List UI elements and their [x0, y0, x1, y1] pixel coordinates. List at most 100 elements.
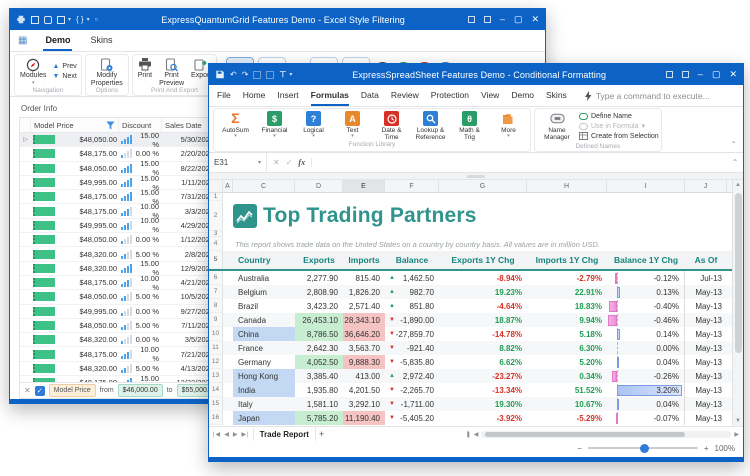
titlebar[interactable]: ↶ ↷ ⊤ ▾ ExpressSpreadSheet Features Demo …	[209, 64, 743, 85]
header-imports-chg[interactable]: Imports 1Y Chg	[527, 255, 607, 265]
sheet-table-row[interactable]: 13 Hong Kong 3,385.40 413.00 ▲ 2,972.40 …	[209, 369, 743, 383]
quick-access-toolbar[interactable]: ↶ ↷ ⊤ ▾	[215, 70, 292, 79]
define-name-button[interactable]: Define Name	[579, 113, 659, 120]
header-balance[interactable]: Balance	[385, 255, 439, 265]
tab-formulas[interactable]: Formulas	[310, 85, 349, 106]
column-header[interactable]: D	[295, 180, 343, 192]
cell-discount[interactable]: 15.00 %	[119, 133, 162, 149]
row-header[interactable]: 5	[209, 251, 223, 269]
sheet-table-row[interactable]: 9 Canada 26,453.10 28,343.10 ▼ -1,890.00…	[209, 313, 743, 327]
collapse-ribbon-icon[interactable]: ⌃	[730, 140, 737, 149]
cell-imports-chg[interactable]: -5.29%	[527, 411, 607, 425]
cell-balance[interactable]: ▲ 2,972.40	[385, 369, 439, 383]
cell-asof[interactable]: May-13	[685, 397, 727, 411]
row-header[interactable]: 12	[209, 355, 223, 369]
cell-balance[interactable]: ▲ 1,462.50	[385, 271, 439, 285]
cell-imports[interactable]: 413.00	[343, 369, 385, 383]
more-functions-button[interactable]: More ▾	[489, 110, 528, 141]
print-button[interactable]: Print	[135, 56, 155, 87]
app-menu-icon[interactable]: ▦	[18, 35, 27, 46]
cell-country[interactable]: Japan	[233, 411, 295, 425]
column-header[interactable]: G	[439, 180, 527, 192]
insert-function-icon[interactable]: fx	[298, 158, 305, 167]
scrollbar-thumb[interactable]	[485, 431, 686, 437]
cell-imports-chg[interactable]: 51.52%	[527, 383, 607, 397]
cell-exports[interactable]: 3,423.20	[295, 299, 343, 313]
cell-discount[interactable]: 5.00 %	[119, 249, 162, 259]
cell-asof[interactable]: May-13	[685, 369, 727, 383]
cell-model-price[interactable]: $49,995.00	[31, 178, 119, 188]
filter-funnel-icon[interactable]	[106, 120, 115, 130]
filter-enabled-checkbox[interactable]: ✓	[34, 385, 45, 396]
cell-model-price[interactable]: $48,175.00	[31, 149, 119, 159]
column-header-active[interactable]: E	[343, 180, 385, 192]
skin-selector-icon[interactable]: ⊤	[279, 70, 286, 79]
use-in-formula-button[interactable]: Use in Formula ▾	[579, 122, 659, 130]
cell-model-price[interactable]: $48,320.00	[31, 363, 119, 373]
cell-asof[interactable]: May-13	[685, 285, 727, 299]
row-header[interactable]: 13	[209, 369, 223, 383]
modify-properties-button[interactable]: Modify Properties	[88, 56, 126, 87]
cell-imports[interactable]: 4,201.50	[343, 383, 385, 397]
cell-balance-chg[interactable]: 0.14%	[607, 327, 685, 341]
filter-field-chip[interactable]: Model Price	[48, 384, 96, 397]
cell-discount[interactable]: 0.00 %	[119, 149, 162, 159]
sheet-tab-trade-report[interactable]: Trade Report	[252, 427, 316, 441]
column-header-model-price[interactable]: Model Price	[31, 118, 119, 132]
sheet-table-row[interactable]: 10 China 8,786.50 36,646.20 ▼ -27,859.70…	[209, 327, 743, 341]
cell-balance[interactable]: ▼ -921.40	[385, 341, 439, 355]
cell-exports-chg[interactable]: -13.34%	[439, 383, 527, 397]
tab-home[interactable]: Home	[243, 85, 266, 106]
redo-icon[interactable]: ↷	[242, 70, 249, 79]
last-sheet-icon[interactable]: ▶|	[241, 431, 249, 438]
zoom-in-button[interactable]: +	[704, 444, 709, 453]
window-layout-icon[interactable]	[57, 15, 65, 24]
text-button[interactable]: A Text ▾	[333, 110, 372, 141]
cell-country[interactable]: Italy	[233, 397, 295, 411]
cell-imports-chg[interactable]: 18.83%	[527, 299, 607, 313]
cell-asof[interactable]: May-13	[685, 355, 727, 369]
zoom-slider[interactable]	[587, 443, 698, 453]
date-time-button[interactable]: Date & Time	[372, 110, 411, 141]
ribbon-options-icon[interactable]	[467, 16, 475, 23]
cell-exports-chg[interactable]: -8.94%	[439, 271, 527, 285]
command-search-box[interactable]: Type a command to execute...	[584, 90, 710, 101]
cell-model-price[interactable]: $49,995.00	[31, 220, 119, 230]
tab-skins[interactable]: Skins	[88, 30, 114, 51]
confirm-entry-icon[interactable]: ✓	[286, 158, 293, 167]
row-header[interactable]: 15	[209, 397, 223, 411]
minimize-button[interactable]: –	[500, 15, 505, 24]
tab-skins[interactable]: Skins	[546, 85, 567, 106]
column-header[interactable]: F	[385, 180, 439, 192]
cell-balance-chg[interactable]: -0.46%	[607, 313, 685, 327]
cell-balance[interactable]: ▲ 851.80	[385, 299, 439, 313]
scroll-down-icon[interactable]: ▼	[733, 416, 743, 426]
cell-balance[interactable]: ▼ -1,711.00	[385, 397, 439, 411]
close-button[interactable]: ✕	[729, 70, 737, 79]
prev-button[interactable]: ▲ Prev	[52, 63, 76, 70]
cell-imports[interactable]: 9,888.30	[343, 355, 385, 369]
document-icon[interactable]	[266, 70, 275, 79]
first-sheet-icon[interactable]: |◀	[213, 431, 221, 438]
cell-imports-chg[interactable]: 10.67%	[527, 397, 607, 411]
row-header[interactable]: 10	[209, 327, 223, 341]
cell-exports-chg[interactable]: 6.62%	[439, 355, 527, 369]
vertical-scrollbar[interactable]: ▲ ▼	[732, 180, 743, 426]
scroll-up-icon[interactable]: ▲	[733, 180, 743, 190]
cell-exports-chg[interactable]: -23.27%	[439, 369, 527, 383]
sheet-table-row[interactable]: 14 India 1,935.80 4,201.50 ▼ -2,265.70 -…	[209, 383, 743, 397]
sheet-table-row[interactable]: 8 Brazil 3,423.20 2,571.40 ▲ 851.80 -4.6…	[209, 299, 743, 313]
header-asof[interactable]: As Of	[685, 255, 727, 265]
close-button[interactable]: ✕	[531, 15, 539, 24]
cell-imports-chg[interactable]: 22.91%	[527, 285, 607, 299]
cell-discount[interactable]: 0.00 %	[119, 235, 162, 245]
cell-balance-chg[interactable]: -0.07%	[607, 411, 685, 425]
cell-exports-chg[interactable]: -3.92%	[439, 411, 527, 425]
cell-balance-chg[interactable]: -0.26%	[607, 369, 685, 383]
cell-imports[interactable]: 36,646.20	[343, 327, 385, 341]
cell-imports-chg[interactable]: -2.79%	[527, 271, 607, 285]
cell-model-price[interactable]: $48,175.00	[31, 349, 119, 359]
cell-imports[interactable]: 2,571.40	[343, 299, 385, 313]
modules-button[interactable]: Modules ▾	[17, 56, 49, 87]
cell-exports[interactable]: 8,786.50	[295, 327, 343, 341]
